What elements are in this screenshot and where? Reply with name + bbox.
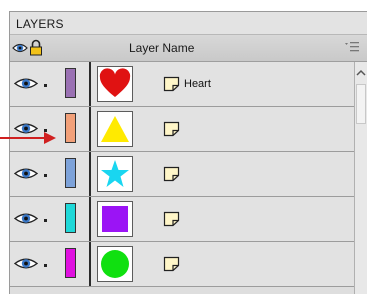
layers-header: Layer Name — [10, 35, 367, 62]
panel-title-bar[interactable]: LAYERS — [10, 12, 367, 35]
layer-row[interactable] — [10, 242, 354, 287]
layers-panel: LAYERS Layer Name Heart — [9, 11, 367, 294]
layer-thumbnail — [97, 156, 133, 192]
outline-color-swatch[interactable] — [65, 248, 76, 278]
scroll-up-arrow-icon[interactable] — [356, 68, 366, 78]
lock-toggle-dot[interactable] — [44, 219, 47, 222]
layer-list: Heart — [10, 62, 354, 294]
row-divider — [89, 197, 91, 241]
row-divider — [89, 242, 91, 286]
visibility-eye-icon[interactable] — [14, 76, 38, 91]
row-divider — [89, 107, 91, 151]
outline-color-swatch[interactable] — [65, 158, 76, 188]
layer-row[interactable] — [10, 152, 354, 197]
square-shape — [102, 206, 128, 232]
panel-menu-icon[interactable] — [345, 41, 359, 53]
row-divider — [89, 62, 91, 106]
layer-row[interactable] — [10, 107, 354, 152]
outline-color-swatch[interactable] — [65, 113, 76, 143]
lock-toggle-dot[interactable] — [44, 84, 47, 87]
layer-name[interactable]: Heart — [184, 78, 211, 90]
heart-shape — [99, 68, 131, 97]
layer-thumbnail — [97, 246, 133, 282]
visibility-eye-icon[interactable] — [14, 256, 38, 271]
visibility-eye-icon[interactable] — [14, 166, 38, 181]
outline-color-swatch[interactable] — [65, 68, 76, 98]
symbol-icon — [163, 256, 180, 272]
symbol-icon — [163, 166, 180, 182]
layer-row[interactable] — [10, 197, 354, 242]
layer-thumbnail — [97, 66, 133, 102]
outline-color-swatch[interactable] — [65, 203, 76, 233]
annotation-arrow-icon — [0, 132, 56, 144]
lock-icon[interactable] — [29, 39, 43, 56]
symbol-icon — [163, 211, 180, 227]
lock-toggle-dot[interactable] — [44, 174, 47, 177]
circle-shape — [101, 250, 129, 278]
visibility-eye-icon[interactable] — [14, 211, 38, 226]
lock-toggle-dot[interactable] — [44, 264, 47, 267]
layer-thumbnail — [97, 111, 133, 147]
layer-thumbnail — [97, 201, 133, 237]
scrollbar-thumb[interactable] — [356, 84, 366, 124]
symbol-icon — [163, 76, 180, 92]
eye-icon[interactable] — [12, 41, 28, 55]
row-divider — [89, 152, 91, 196]
symbol-icon — [163, 121, 180, 137]
triangle-shape — [101, 116, 129, 142]
layer-row[interactable]: Heart — [10, 62, 354, 107]
layer-name-column-header: Layer Name — [129, 41, 195, 55]
star-shape — [101, 160, 129, 187]
panel-title: LAYERS — [16, 17, 64, 31]
